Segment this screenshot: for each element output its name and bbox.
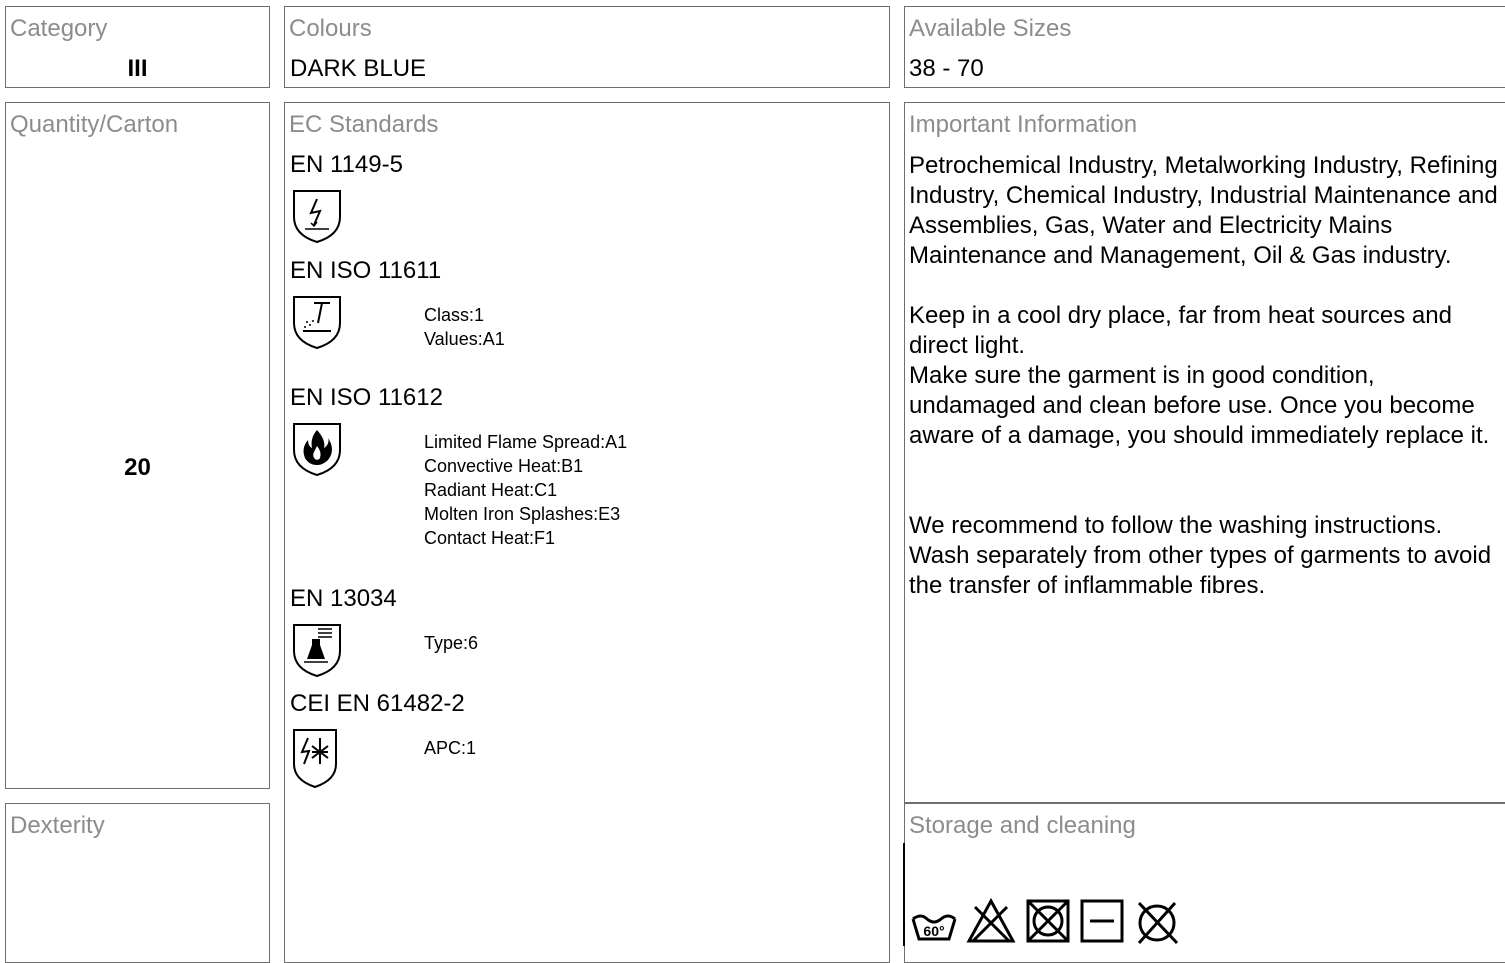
standard-name: EN ISO 11612: [290, 384, 443, 411]
info-spacer: [909, 451, 1505, 481]
standard-name: CEI EN 61482-2: [290, 690, 465, 717]
detail-line: Radiant Heat:C1: [424, 480, 558, 500]
divider-line: [903, 843, 905, 946]
category-box: Category III: [5, 6, 270, 88]
info-paragraph: Petrochemical Industry, Metalworking Ind…: [909, 152, 1498, 269]
category-title: Category: [10, 15, 108, 42]
category-value: III: [127, 55, 148, 82]
quantity-value: 20: [124, 454, 151, 481]
info-paragraph: We recommend to follow the washing instr…: [909, 512, 1492, 599]
colours-title: Colours: [289, 15, 372, 42]
detail-line: Contact Heat:F1: [424, 528, 556, 548]
chemical-shield-icon: [290, 621, 344, 684]
detail-line: Limited Flame Spread:A1: [424, 432, 628, 452]
flame-shield-icon: [290, 420, 344, 483]
no-bleach-icon: [965, 897, 1023, 944]
ec-standards-box: EC Standards EN 1149-5 EN ISO 11611 Clas…: [284, 102, 890, 963]
important-info-box: Important Information Petrochemical Indu…: [904, 102, 1505, 803]
colours-value: DARK BLUE: [290, 55, 427, 82]
dexterity-box: Dexterity: [5, 803, 270, 963]
electrostatic-shield-icon: [290, 187, 344, 250]
colours-box: Colours DARK BLUE: [284, 6, 890, 88]
dry-flat-icon: [1078, 899, 1132, 944]
storage-title: Storage and cleaning: [909, 812, 1136, 839]
standard-name: EN 13034: [290, 585, 397, 612]
care-icons-row: 60°: [909, 897, 1183, 945]
standard-details: Type:6: [424, 631, 478, 655]
ec-standards-title: EC Standards: [289, 111, 439, 138]
wash-60-icon: 60°: [909, 914, 965, 944]
sizes-box: Available Sizes 38 - 70: [904, 6, 1505, 88]
important-info-text: Petrochemical Industry, Metalworking Ind…: [909, 151, 1505, 601]
detail-line: Values:A1: [424, 329, 505, 349]
quantity-title: Quantity/Carton: [10, 111, 179, 138]
detail-line: Molten Iron Splashes:E3: [424, 504, 621, 524]
welding-shield-icon: [290, 293, 344, 356]
info-spacer: [909, 481, 1505, 511]
no-tumble-dry-icon: [1024, 899, 1078, 944]
wash-temp-label: 60°: [923, 923, 944, 939]
standard-details: Limited Flame Spread:A1 Convective Heat:…: [424, 430, 627, 550]
info-spacer: [909, 271, 1505, 301]
quantity-box: Quantity/Carton 20: [5, 102, 270, 789]
standard-name: EN ISO 11611: [290, 257, 442, 284]
dexterity-title: Dexterity: [10, 812, 105, 839]
detail-line: Type:6: [424, 633, 479, 653]
detail-line: Convective Heat:B1: [424, 456, 584, 476]
detail-line: APC:1: [424, 738, 477, 758]
standard-details: APC:1: [424, 736, 476, 760]
electric-arc-shield-icon: [290, 726, 344, 795]
detail-line: Class:1: [424, 305, 485, 325]
sizes-title: Available Sizes: [909, 15, 1072, 42]
standard-name: EN 1149-5: [290, 151, 403, 178]
important-info-title: Important Information: [909, 111, 1138, 138]
info-paragraph: Make sure the garment is in good conditi…: [909, 362, 1490, 449]
info-paragraph: Keep in a cool dry place, far from heat …: [909, 302, 1452, 359]
storage-box: Storage and cleaning 60°: [904, 803, 1505, 963]
sizes-value: 38 - 70: [909, 55, 984, 82]
standard-details: Class:1 Values:A1: [424, 303, 505, 351]
no-dry-clean-icon: [1133, 901, 1183, 945]
